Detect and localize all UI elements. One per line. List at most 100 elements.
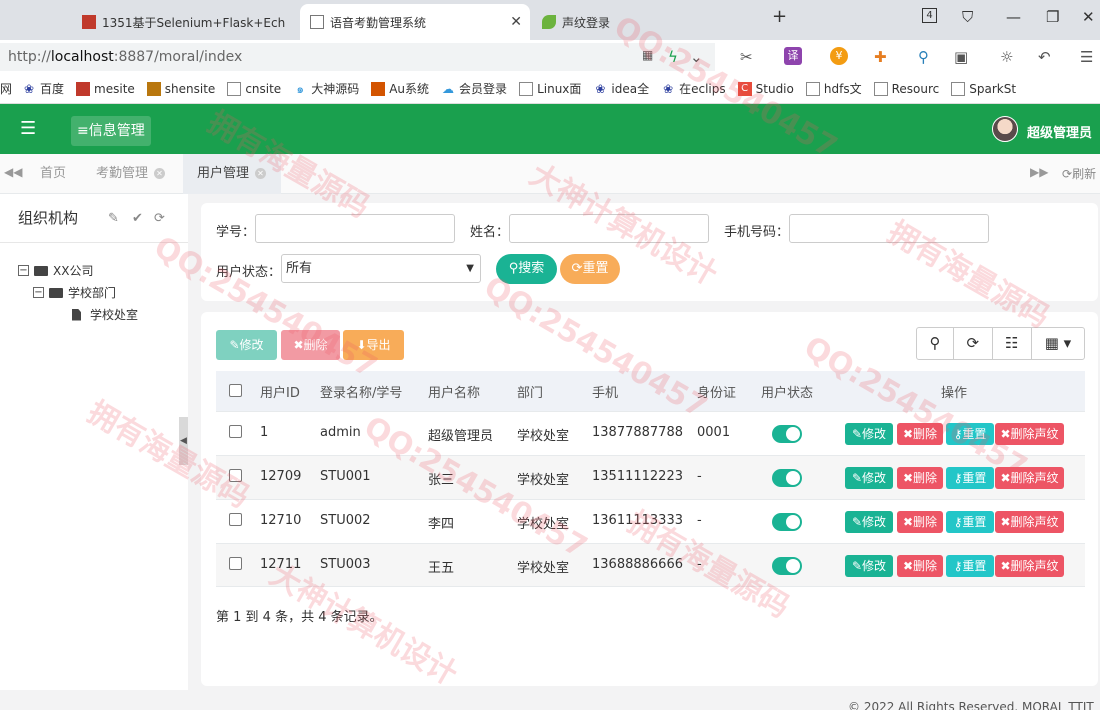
refresh-tab-button[interactable]: ⟳刷新 (1062, 165, 1096, 182)
status-toggle[interactable] (772, 557, 802, 575)
bookmark[interactable]: ๑ 大神源码 (293, 80, 359, 97)
row-reset-password-button[interactable]: ⚷重置 (946, 423, 994, 445)
translate-icon[interactable]: 译 (784, 47, 802, 65)
bookmark[interactable]: ❀ 百度 (22, 80, 64, 97)
row-reset-password-button[interactable]: ⚷重置 (946, 555, 994, 577)
status-select[interactable]: 所有 ▼ (281, 254, 481, 283)
row-delete-voiceprint-button[interactable]: ✖删除声纹 (995, 511, 1064, 533)
tab-home[interactable]: 首页 (26, 154, 80, 194)
brightness-icon[interactable]: ☼ (1000, 48, 1013, 66)
column-header[interactable]: 用户名称 (428, 382, 480, 401)
row-checkbox[interactable] (229, 469, 242, 482)
restore-icon[interactable]: ❐ (1046, 8, 1059, 26)
student-no-input[interactable] (255, 214, 455, 243)
row-edit-button[interactable]: ✎修改 (845, 511, 893, 533)
row-delete-voiceprint-button[interactable]: ✖删除声纹 (995, 423, 1064, 445)
browser-tab-source[interactable]: 1351基于Selenium+Flask+Ech (72, 4, 300, 40)
row-delete-voiceprint-button[interactable]: ✖删除声纹 (995, 467, 1064, 489)
tab-count-badge[interactable]: 4 (922, 8, 937, 23)
search-button[interactable]: ⚲搜索 (496, 254, 557, 284)
row-reset-password-button[interactable]: ⚷重置 (946, 467, 994, 489)
menu-icon[interactable]: ☰ (1080, 48, 1093, 66)
column-header[interactable]: 用户ID (260, 382, 300, 401)
bookmark[interactable]: shensite (146, 81, 215, 96)
search-icon[interactable]: ⚲ (917, 328, 954, 359)
bookmark[interactable]: cnsite (227, 81, 281, 96)
scissors-icon[interactable]: ✂ (740, 48, 753, 66)
column-header[interactable]: 部门 (517, 382, 543, 401)
row-checkbox[interactable] (229, 513, 242, 526)
tree-node-school-office[interactable]: 学校处室 (72, 306, 138, 323)
bookmark[interactable]: Linux面 (519, 80, 581, 97)
undo-icon[interactable]: ↶ (1038, 48, 1051, 66)
row-reset-password-button[interactable]: ⚷重置 (946, 511, 994, 533)
bookmark[interactable]: C Studio (737, 81, 794, 96)
bookmark[interactable]: Resourc (873, 81, 939, 96)
bookmark[interactable]: SparkSt (951, 81, 1016, 96)
url-field[interactable]: http://localhost:8887/moral/index (0, 43, 715, 71)
bookmark[interactable]: ❀ 在eclips (661, 80, 726, 97)
browser-tab-voiceprint-login[interactable]: 声纹登录 (532, 4, 752, 40)
column-header[interactable]: 登录名称/学号 (320, 382, 402, 401)
row-delete-button[interactable]: ✖删除 (897, 467, 943, 489)
bookmark[interactable]: 网 (0, 80, 12, 97)
columns-icon[interactable]: ▦ ▾ (1032, 328, 1084, 359)
table-row[interactable]: 12710 STU002 李四 学校处室 13611113333 - ✎修改 ✖… (216, 499, 1085, 543)
table-row[interactable]: 12709 STU001 张三 学校处室 13511112223 - ✎修改 ✖… (216, 455, 1085, 499)
bookmark[interactable]: hdfs文 (805, 80, 862, 97)
table-row[interactable]: 1 admin 超级管理员 学校处室 13877887788 0001 ✎修改 … (216, 411, 1085, 455)
column-header[interactable]: 身份证 (697, 382, 736, 401)
row-edit-button[interactable]: ✎修改 (845, 423, 893, 445)
tabs-prev-icon[interactable]: ◀◀ (4, 165, 22, 179)
row-checkbox[interactable] (229, 425, 242, 438)
tabs-next-icon[interactable]: ▶▶ (1030, 165, 1048, 179)
column-header[interactable]: 手机 (592, 382, 618, 401)
refresh-icon[interactable]: ⟳ (954, 328, 993, 359)
bookmark[interactable]: ❀ idea全 (593, 80, 649, 97)
delete-button[interactable]: ✖删除 (281, 330, 340, 360)
shirt-icon[interactable]: ⛉ (962, 8, 973, 26)
gamepad-icon[interactable]: ✚ (874, 48, 887, 66)
tab-user-management[interactable]: 用户管理 ✕ (183, 154, 281, 194)
table-row[interactable]: 12711 STU003 王五 学校处室 13688886666 - ✎修改 ✖… (216, 543, 1085, 587)
browser-tab-attendance[interactable]: 语音考勤管理系统 ✕ (300, 4, 530, 40)
close-tab-icon[interactable]: ✕ (510, 14, 522, 30)
bookmark[interactable]: Au系统 (371, 80, 429, 97)
check-icon[interactable]: ✔ (132, 211, 143, 226)
status-toggle[interactable] (772, 425, 802, 443)
tree-collapse-icon[interactable]: − (18, 265, 29, 276)
close-tab-icon[interactable]: ✕ (154, 168, 166, 179)
row-delete-button[interactable]: ✖删除 (897, 555, 943, 577)
row-delete-button[interactable]: ✖删除 (897, 423, 943, 445)
avatar[interactable] (992, 116, 1018, 142)
refresh-icon[interactable]: ⟳ (154, 211, 165, 226)
edit-icon[interactable]: ✎ (108, 211, 119, 226)
name-input[interactable] (509, 214, 709, 243)
reset-button[interactable]: ⟳重置 (560, 254, 620, 284)
tree-node-company[interactable]: − XX公司 (18, 262, 93, 279)
status-toggle[interactable] (772, 513, 802, 531)
bookmark[interactable]: ☁ 会员登录 (441, 80, 507, 97)
coin-icon[interactable]: ¥ (830, 47, 848, 65)
bookmark[interactable]: mesite (76, 81, 135, 96)
edit-button[interactable]: ✎修改 (216, 330, 277, 360)
new-tab-icon[interactable]: + (772, 6, 787, 27)
user-name[interactable]: 超级管理员 (1027, 122, 1092, 141)
chevron-down-icon[interactable]: ⌄ (690, 48, 703, 66)
column-header[interactable]: 用户状态 (761, 382, 813, 401)
close-tab-icon[interactable]: ✕ (255, 168, 267, 179)
minimize-icon[interactable]: — (1006, 8, 1021, 26)
select-all-checkbox[interactable] (229, 384, 242, 397)
apps-grid-icon[interactable]: ▣ (954, 48, 968, 66)
row-checkbox[interactable] (229, 557, 242, 570)
sidebar-collapse-handle[interactable]: ◀ (179, 417, 188, 465)
tree-node-school-dept[interactable]: − 学校部门 (33, 284, 116, 301)
row-delete-button[interactable]: ✖删除 (897, 511, 943, 533)
close-window-icon[interactable]: ✕ (1082, 8, 1095, 26)
tree-collapse-icon[interactable]: − (33, 287, 44, 298)
tab-attendance[interactable]: 考勤管理 ✕ (82, 154, 179, 194)
search-icon[interactable]: ⚲ (918, 48, 929, 66)
hamburger-icon[interactable]: ☰ (20, 118, 36, 139)
row-delete-voiceprint-button[interactable]: ✖删除声纹 (995, 555, 1064, 577)
phone-input[interactable] (789, 214, 989, 243)
